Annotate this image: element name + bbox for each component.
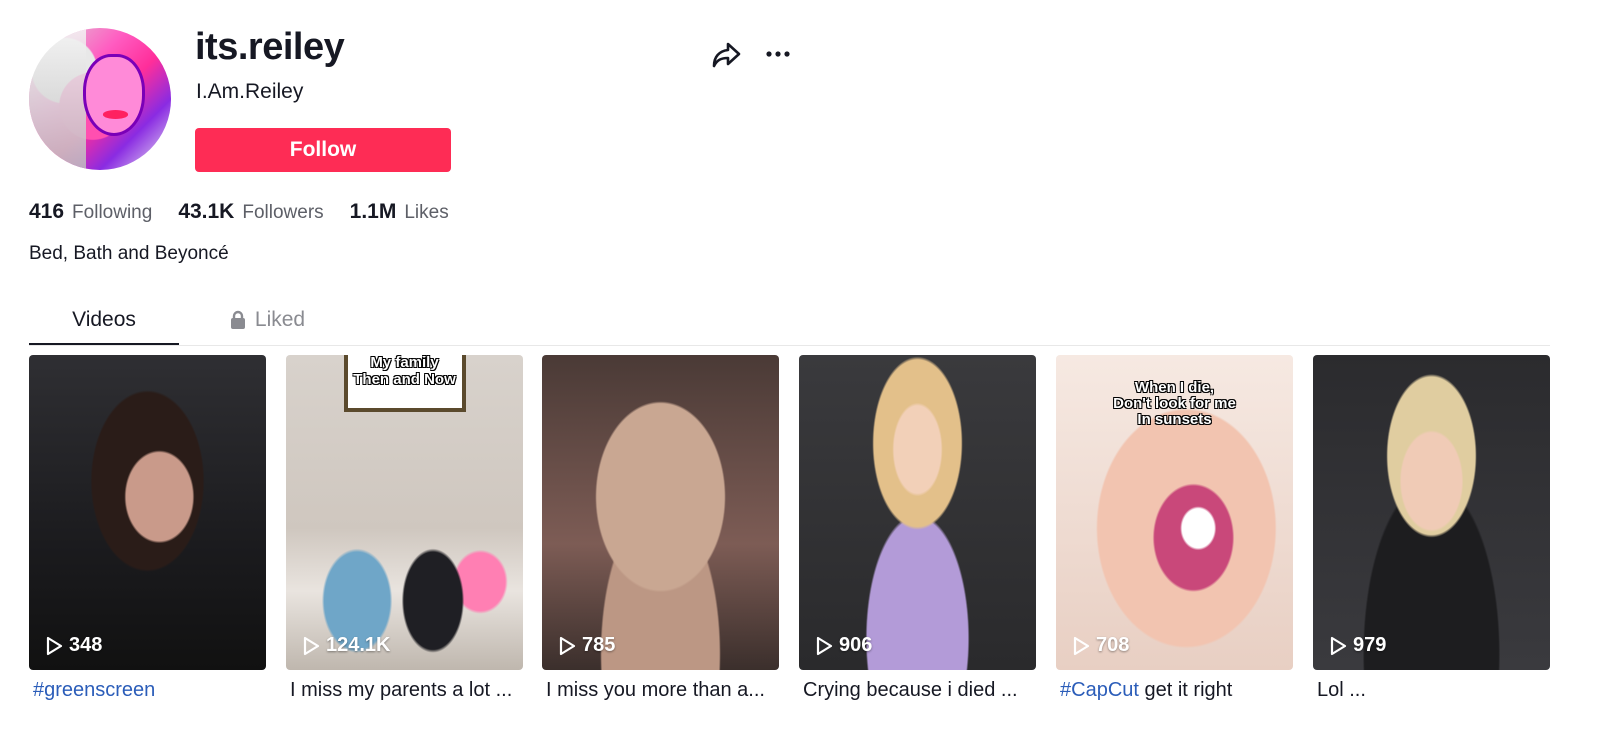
play-icon [46, 636, 63, 655]
overlay-text-line: My family [370, 355, 439, 371]
stat-followers[interactable]: 43.1K Followers [178, 200, 323, 224]
video-card[interactable]: 906 Crying because i died ... [799, 355, 1036, 702]
stat-followers-label: Followers [242, 202, 324, 223]
profile-username: its.reiley [195, 26, 345, 68]
stat-likes-count: 1.1M [349, 200, 397, 223]
avatar-lips [102, 110, 129, 119]
video-thumbnail[interactable]: My family Then and Now 124.1K [286, 355, 523, 670]
stat-following-label: Following [72, 202, 153, 223]
caption-text: Lol ... [1317, 679, 1366, 701]
view-count-value: 979 [1353, 634, 1387, 656]
overlay-text-line: Then and Now [353, 371, 456, 388]
stat-likes: 1.1M Likes [350, 200, 449, 224]
caption-text: Crying because i died ... [803, 679, 1018, 701]
video-card[interactable]: When I die, Don't look for me In sunsets… [1056, 355, 1293, 702]
caption-text: get it right [1138, 679, 1233, 701]
avatar-hair [29, 28, 86, 170]
tab-liked-label: Liked [254, 308, 306, 331]
stat-following-count: 416 [29, 200, 65, 223]
view-count-value: 708 [1096, 634, 1130, 656]
view-count-value: 348 [69, 634, 103, 656]
video-card[interactable]: 979 Lol ... [1313, 355, 1550, 702]
view-count-value: 785 [582, 634, 616, 656]
tab-videos[interactable]: Videos [29, 296, 179, 345]
profile-bio: Bed, Bath and Beyoncé [29, 243, 229, 264]
view-count: 906 [815, 634, 872, 657]
play-icon [816, 636, 833, 655]
tab-videos-label: Videos [72, 308, 136, 331]
play-icon [1330, 636, 1347, 655]
video-card[interactable]: My family Then and Now 124.1K I miss my … [286, 355, 523, 702]
overlay-text-line: When I die, [1134, 379, 1215, 396]
profile-nickname: I.Am.Reiley [196, 80, 304, 103]
follow-button[interactable]: Follow [195, 128, 451, 172]
profile-avatar [29, 28, 171, 170]
view-count-value: 124.1K [326, 634, 391, 656]
play-icon [303, 636, 320, 655]
video-caption[interactable]: #CapCut get it right [1056, 679, 1293, 702]
view-count-value: 906 [839, 634, 873, 656]
lock-icon [230, 310, 245, 329]
caption-text: I miss you more than a... [546, 679, 765, 701]
view-count: 124.1K [302, 634, 391, 657]
stat-followers-count: 43.1K [178, 200, 235, 223]
view-count: 785 [558, 634, 615, 657]
view-count: 348 [45, 634, 102, 657]
play-icon [1073, 636, 1090, 655]
video-card[interactable]: 785 I miss you more than a... [542, 355, 779, 702]
hashtag-link[interactable]: #greenscreen [33, 679, 155, 701]
stat-following[interactable]: 416 Following [29, 200, 152, 224]
more-icon[interactable] [763, 40, 795, 68]
stat-likes-label: Likes [404, 202, 449, 223]
tab-liked[interactable]: Liked [217, 296, 317, 344]
video-thumbnail[interactable]: When I die, Don't look for me In sunsets… [1056, 355, 1293, 670]
view-count: 979 [1329, 634, 1386, 657]
video-caption[interactable]: I miss my parents a lot ... [286, 679, 523, 702]
video-caption[interactable]: Crying because i died ... [799, 679, 1036, 702]
active-tab-indicator [29, 343, 179, 345]
profile-stats: 416 Following 43.1K Followers 1.1M Likes [29, 200, 475, 224]
profile-tabs: Videos Liked [29, 296, 1550, 346]
hashtag-link[interactable]: #CapCut [1060, 679, 1139, 701]
avatar-face [82, 53, 146, 136]
video-thumbnail[interactable]: 785 [542, 355, 779, 670]
view-count: 708 [1072, 634, 1129, 657]
share-icon[interactable] [710, 40, 742, 70]
video-caption[interactable]: I miss you more than a... [542, 679, 779, 702]
video-thumbnail[interactable]: 348 [29, 355, 266, 670]
video-caption[interactable]: Lol ... [1313, 679, 1550, 702]
overlay-text-line: Don't look for me [1113, 395, 1236, 412]
overlay-text-line: In sunsets [1137, 411, 1212, 428]
video-caption[interactable]: #greenscreen [29, 679, 266, 702]
caption-text: I miss my parents a lot ... [290, 679, 513, 701]
video-card[interactable]: 348 #greenscreen [29, 355, 266, 702]
video-thumbnail[interactable]: 906 [799, 355, 1036, 670]
play-icon [559, 636, 576, 655]
video-thumbnail[interactable]: 979 [1313, 355, 1550, 670]
